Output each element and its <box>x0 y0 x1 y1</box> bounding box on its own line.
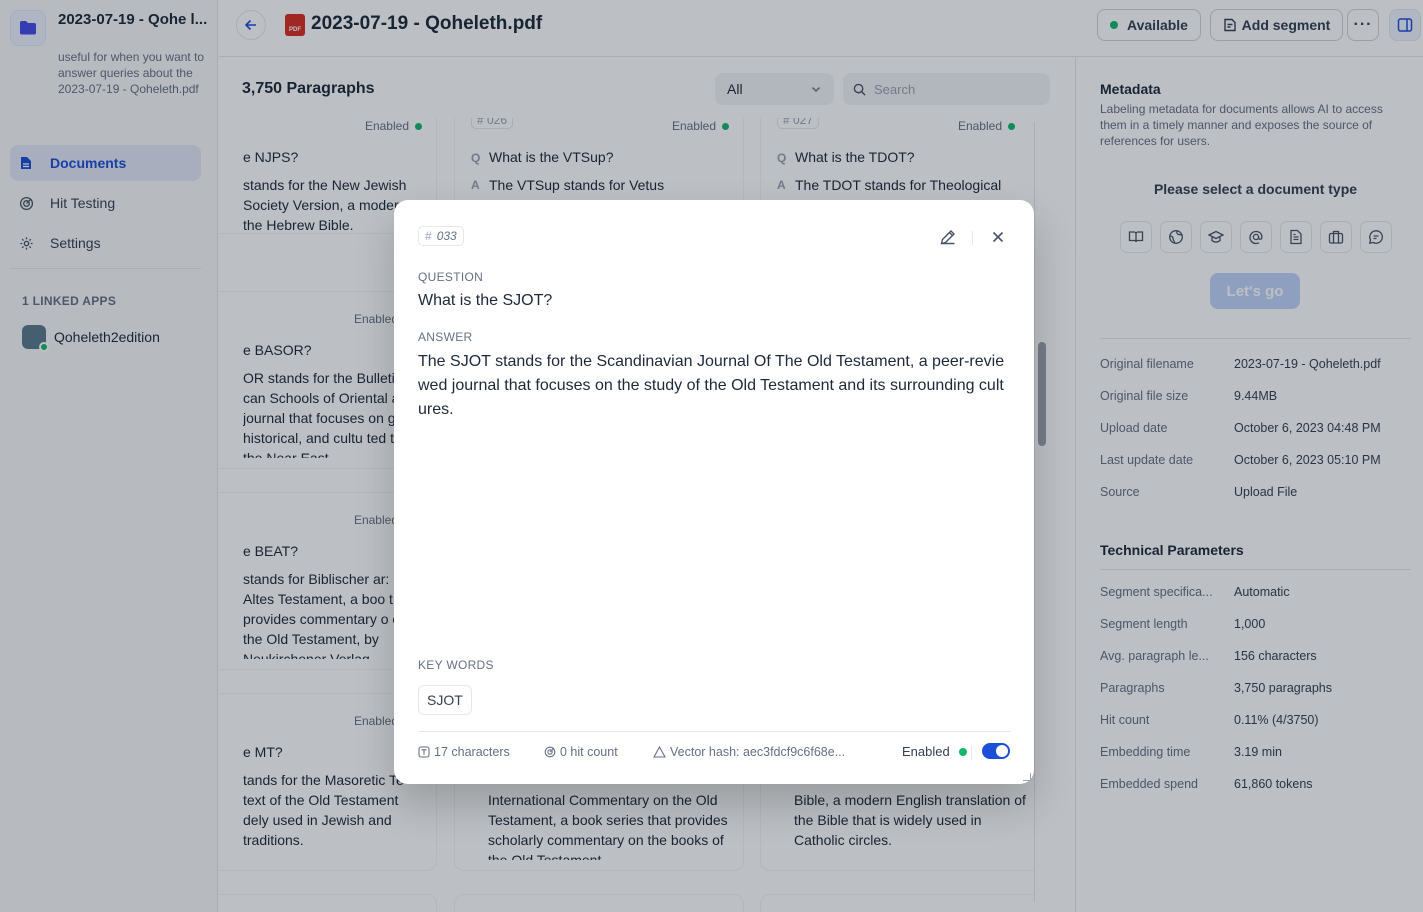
pencil-icon <box>940 230 955 245</box>
character-count: 17 characters <box>418 745 510 759</box>
close-button[interactable] <box>989 228 1007 246</box>
character-count-text: 17 characters <box>434 745 510 759</box>
toggle-knob <box>996 745 1008 757</box>
edit-button[interactable] <box>939 228 957 246</box>
hit-count-text: 0 hit count <box>560 745 618 759</box>
enabled-dot <box>958 747 967 756</box>
vector-hash: Vector hash: aec3fdcf9c6f68e... <box>653 745 845 759</box>
question-text: What is the SJOT? <box>418 292 553 309</box>
text-length-icon <box>418 746 430 758</box>
keyword-tag: SJOT <box>418 685 472 715</box>
footer-separator <box>971 746 972 760</box>
enabled-toggle[interactable] <box>982 743 1010 759</box>
hash-icon: # <box>425 229 432 243</box>
enabled-label: Enabled <box>902 744 950 759</box>
enabled-status: Enabled <box>902 744 967 759</box>
resize-handle[interactable] <box>1023 773 1031 781</box>
vector-hash-text: Vector hash: aec3fdcf9c6f68e... <box>670 745 846 759</box>
vector-icon <box>653 746 666 758</box>
segment-detail-modal: #033 QUESTION What is the SJOT? ANSWER T… <box>394 200 1034 784</box>
segment-index-badge: #033 <box>418 226 464 246</box>
question-label: QUESTION <box>418 270 484 284</box>
close-icon <box>992 231 1004 243</box>
answer-label: ANSWER <box>418 330 473 344</box>
answer-text: The SJOT stands for the Scandinavian Jou… <box>418 353 1005 418</box>
modal-footer-divider <box>418 731 1010 732</box>
hit-count: 0 hit count <box>544 745 618 759</box>
segment-index-value: 033 <box>436 229 457 243</box>
target-icon <box>544 746 556 758</box>
keywords-label: KEY WORDS <box>418 658 494 672</box>
header-separator <box>972 231 973 245</box>
